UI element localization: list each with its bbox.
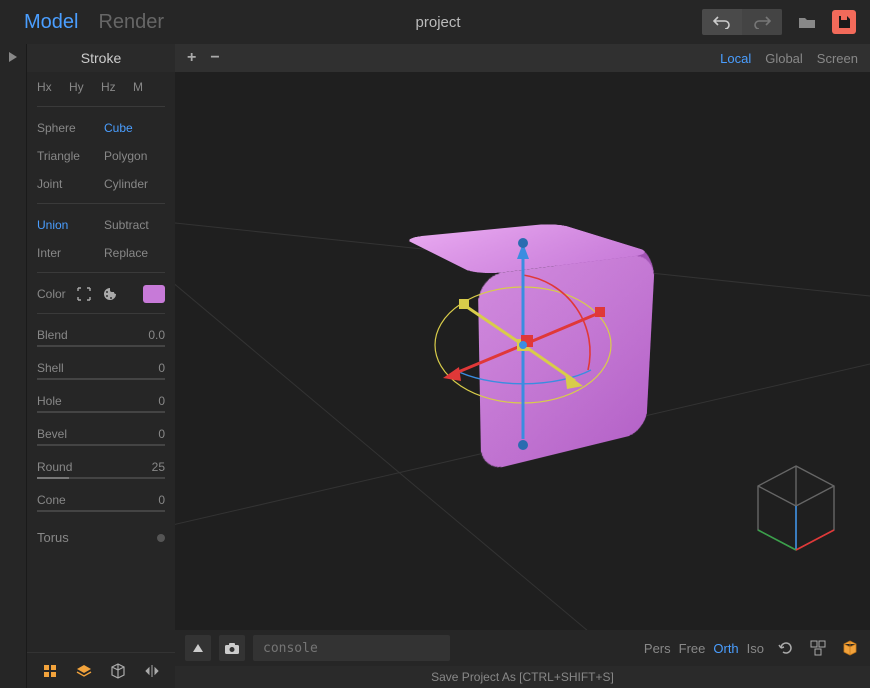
slider-blend[interactable]: Blend 0.0 bbox=[37, 328, 165, 342]
slider-label: Bevel bbox=[37, 427, 67, 441]
color-label: Color bbox=[37, 287, 66, 301]
stroke-panel: Stroke Hx Hy Hz M Sphere Cube Triangle P… bbox=[27, 44, 175, 688]
op-subtract[interactable]: Subtract bbox=[98, 216, 165, 234]
shape-sphere[interactable]: Sphere bbox=[37, 119, 98, 137]
stroke-panel-title: Stroke bbox=[27, 44, 175, 72]
slider-track[interactable] bbox=[37, 411, 165, 413]
slider-cone[interactable]: Cone 0 bbox=[37, 493, 165, 507]
proj-pers[interactable]: Pers bbox=[644, 641, 671, 656]
top-actions bbox=[702, 9, 856, 35]
shape-cylinder[interactable]: Cylinder bbox=[98, 175, 165, 193]
slider-bevel[interactable]: Bevel 0 bbox=[37, 427, 165, 441]
undo-redo-group bbox=[702, 9, 782, 35]
navigation-cube[interactable] bbox=[746, 456, 846, 556]
op-union[interactable]: Union bbox=[37, 216, 98, 234]
play-icon bbox=[8, 51, 18, 63]
shape-cube[interactable]: Cube bbox=[98, 119, 165, 137]
console-input[interactable] bbox=[253, 635, 450, 661]
shape-polygon[interactable]: Polygon bbox=[98, 147, 165, 165]
redo-icon bbox=[753, 15, 771, 29]
camera-button[interactable] bbox=[219, 635, 245, 661]
undo-button[interactable] bbox=[702, 9, 742, 35]
slider-value: 0 bbox=[158, 361, 165, 375]
torus-label: Torus bbox=[37, 530, 69, 545]
sidepanel-footer bbox=[27, 652, 175, 688]
palette-icon[interactable] bbox=[102, 286, 118, 302]
tab-model[interactable]: Model bbox=[14, 11, 88, 34]
slider-track[interactable] bbox=[37, 345, 165, 347]
status-bar: Pers Free Orth Iso bbox=[175, 630, 870, 666]
proj-free[interactable]: Free bbox=[679, 641, 706, 656]
op-replace[interactable]: Replace bbox=[98, 244, 165, 262]
shape-triangle[interactable]: Triangle bbox=[37, 147, 98, 165]
footer-cube-icon[interactable] bbox=[108, 661, 128, 681]
color-row: Color bbox=[37, 285, 165, 303]
slider-value: 0 bbox=[158, 394, 165, 408]
axis-hx[interactable]: Hx bbox=[37, 78, 69, 96]
cube-object[interactable] bbox=[433, 244, 613, 424]
dot-icon bbox=[157, 534, 165, 542]
slider-track[interactable] bbox=[37, 444, 165, 446]
viewport-area: + − Local Global Screen bbox=[175, 44, 870, 688]
save-button[interactable] bbox=[832, 10, 856, 34]
object-button[interactable] bbox=[840, 638, 860, 658]
slider-track[interactable] bbox=[37, 477, 165, 479]
slider-value: 0.0 bbox=[148, 328, 165, 342]
slider-value: 25 bbox=[152, 460, 165, 474]
save-icon bbox=[837, 15, 851, 29]
slider-label: Cone bbox=[37, 493, 66, 507]
camera-icon bbox=[224, 642, 240, 654]
top-bar: Model Render project bbox=[0, 0, 870, 44]
slider-hole[interactable]: Hole 0 bbox=[37, 394, 165, 408]
proj-orth[interactable]: Orth bbox=[713, 641, 738, 656]
slider-value: 0 bbox=[158, 493, 165, 507]
slider-track[interactable] bbox=[37, 378, 165, 380]
undo-icon bbox=[713, 15, 731, 29]
redo-button[interactable] bbox=[742, 9, 782, 35]
slider-label: Round bbox=[37, 460, 72, 474]
color-scope-icon[interactable] bbox=[76, 286, 92, 302]
tab-render[interactable]: Render bbox=[88, 11, 174, 34]
open-button[interactable] bbox=[792, 9, 822, 35]
refresh-icon bbox=[778, 640, 794, 656]
slider-track[interactable] bbox=[37, 510, 165, 512]
axis-hz[interactable]: Hz bbox=[101, 78, 133, 96]
proj-iso[interactable]: Iso bbox=[747, 641, 764, 656]
grid-button[interactable] bbox=[808, 638, 828, 658]
viewport-toolbar: + − Local Global Screen bbox=[175, 44, 870, 72]
slider-label: Blend bbox=[37, 328, 68, 342]
viewport[interactable] bbox=[175, 72, 870, 630]
collapse-strip bbox=[0, 44, 27, 688]
color-swatch[interactable] bbox=[143, 285, 165, 303]
folder-icon bbox=[798, 15, 816, 29]
axis-m[interactable]: M bbox=[133, 78, 165, 96]
refresh-button[interactable] bbox=[776, 638, 796, 658]
op-inter[interactable]: Inter bbox=[37, 244, 98, 262]
hint-bar: Save Project As [CTRL+SHIFT+S] bbox=[175, 666, 870, 688]
space-local[interactable]: Local bbox=[720, 51, 751, 66]
triangle-up-icon bbox=[192, 643, 204, 653]
slider-label: Hole bbox=[37, 394, 62, 408]
axis-hy[interactable]: Hy bbox=[69, 78, 101, 96]
footer-layers-icon[interactable] bbox=[74, 661, 94, 681]
cube-icon bbox=[843, 640, 857, 656]
slider-value: 0 bbox=[158, 427, 165, 441]
footer-mirror-icon[interactable] bbox=[142, 661, 162, 681]
torus-section[interactable]: Torus bbox=[37, 530, 165, 545]
remove-button[interactable]: − bbox=[210, 49, 219, 67]
slider-round[interactable]: Round 25 bbox=[37, 460, 165, 474]
add-button[interactable]: + bbox=[187, 49, 196, 67]
space-global[interactable]: Global bbox=[765, 51, 803, 66]
shape-joint[interactable]: Joint bbox=[37, 175, 98, 193]
footer-grid-icon[interactable] bbox=[40, 661, 60, 681]
up-arrow-button[interactable] bbox=[185, 635, 211, 661]
slider-shell[interactable]: Shell 0 bbox=[37, 361, 165, 375]
boxes-icon bbox=[810, 640, 826, 656]
slider-label: Shell bbox=[37, 361, 64, 375]
axis-mode-row: Hx Hy Hz M bbox=[37, 78, 165, 96]
space-screen[interactable]: Screen bbox=[817, 51, 858, 66]
collapse-toggle[interactable] bbox=[4, 48, 22, 66]
project-title: project bbox=[174, 14, 702, 31]
